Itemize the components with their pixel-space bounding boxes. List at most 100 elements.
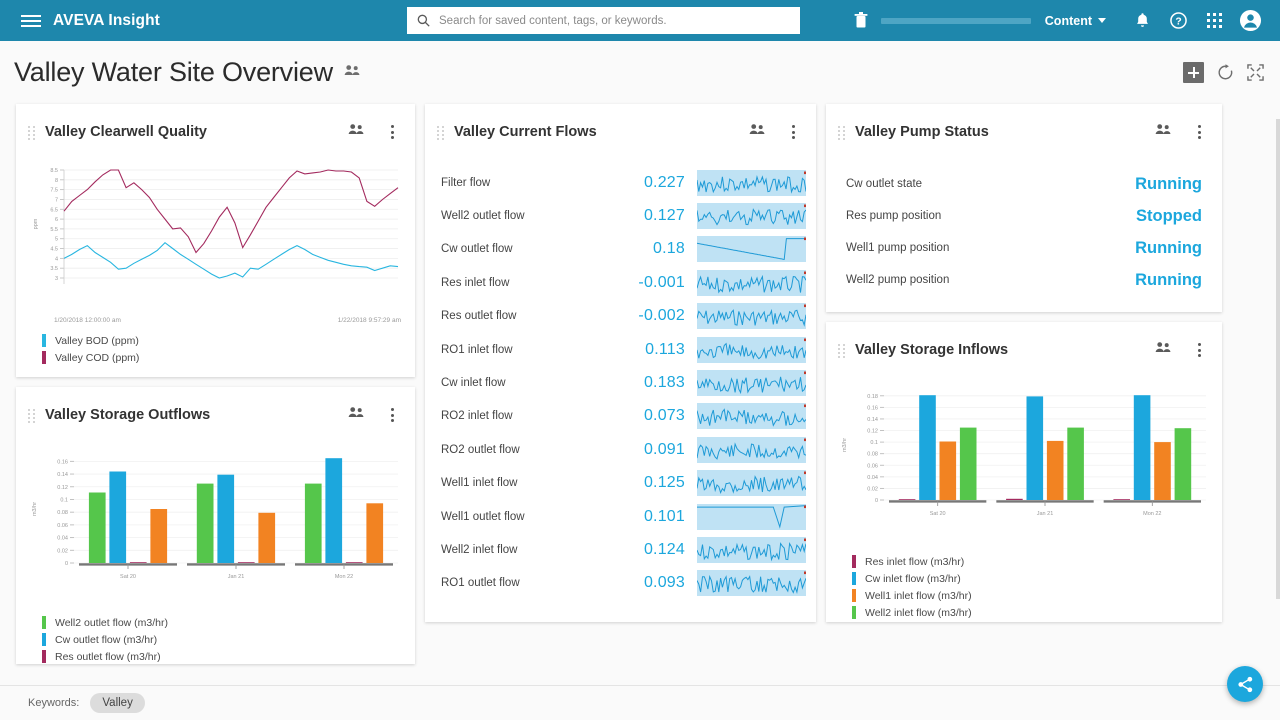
pump-status-row[interactable]: Well1 pump position Running <box>846 232 1202 264</box>
legend-swatch <box>42 633 46 646</box>
svg-text:4: 4 <box>55 256 58 262</box>
flow-sparkline[interactable] <box>696 203 807 230</box>
flow-row[interactable]: Well2 outlet flow 0.127 <box>441 199 807 232</box>
refresh-icon[interactable] <box>1217 64 1234 81</box>
flow-row[interactable]: Res outlet flow -0.002 <box>441 300 807 333</box>
flow-value: 0.091 <box>643 440 685 458</box>
bar-chart-svg: 0 0.02 0.04 0.06 0.08 0.1 0.12 0.14 0.16 m3/hr Sat… <box>32 458 398 580</box>
pump-status-row[interactable]: Well2 pump position Running <box>846 264 1202 296</box>
flow-sparkline[interactable] <box>696 570 807 597</box>
drag-handle-icon[interactable] <box>28 125 36 140</box>
board-scrollbar[interactable] <box>1276 119 1280 599</box>
legend-swatch <box>852 606 856 619</box>
flow-sparkline[interactable] <box>696 169 807 196</box>
svg-text:8.5: 8.5 <box>50 168 58 174</box>
legend-item[interactable]: Cw outlet flow (m3/hr) <box>42 633 415 646</box>
flow-name: RO2 outlet flow <box>441 443 520 456</box>
legend-item[interactable]: Well2 outlet flow (m3/hr) <box>42 616 415 629</box>
flow-sparkline[interactable] <box>696 470 807 497</box>
keyword-chip-valley[interactable]: Valley <box>90 693 145 713</box>
card-header: Valley Storage Inflows <box>826 322 1222 378</box>
card-title: Valley Storage Outflows <box>45 407 211 423</box>
people-icon[interactable] <box>1155 123 1172 141</box>
flow-sparkline[interactable] <box>696 370 807 397</box>
flow-sparkline[interactable] <box>696 403 807 430</box>
flow-row[interactable]: RO1 inlet flow 0.113 <box>441 333 807 366</box>
svg-text:0.1: 0.1 <box>60 497 68 503</box>
legend-item[interactable]: Well1 inlet flow (m3/hr) <box>852 589 1222 602</box>
app-brand-title: AVEVA Insight <box>53 11 160 29</box>
drag-handle-icon[interactable] <box>838 343 846 358</box>
flow-sparkline[interactable] <box>696 303 807 330</box>
card-menu-icon[interactable] <box>1192 342 1206 358</box>
flow-sparkline[interactable] <box>696 536 807 563</box>
people-icon[interactable] <box>344 64 361 82</box>
card-header: Valley Pump Status <box>826 104 1222 160</box>
flow-row[interactable]: RO1 outlet flow 0.093 <box>441 567 807 600</box>
people-icon[interactable] <box>348 123 365 141</box>
share-fab-button[interactable] <box>1227 666 1263 702</box>
flow-row[interactable]: Well1 inlet flow 0.125 <box>441 467 807 500</box>
flow-name: Cw inlet flow <box>441 377 506 390</box>
search-box[interactable] <box>407 7 800 34</box>
drag-handle-icon[interactable] <box>838 125 846 140</box>
flow-sparkline[interactable] <box>697 503 807 530</box>
trash-icon[interactable] <box>843 0 879 41</box>
card-title: Valley Pump Status <box>855 124 989 140</box>
legend-item[interactable]: Valley COD (ppm) <box>42 351 415 364</box>
card-menu-icon[interactable] <box>385 124 399 140</box>
flow-sparkline[interactable] <box>696 436 807 463</box>
flow-row[interactable]: Cw outlet flow 0.18 <box>441 233 806 266</box>
hamburger-icon[interactable] <box>21 12 43 30</box>
svg-text:7: 7 <box>55 197 58 203</box>
flow-row[interactable]: Cw inlet flow 0.183 <box>441 366 807 399</box>
flow-value: 0.093 <box>643 574 685 592</box>
pump-status-name: Cw outlet state <box>846 178 923 190</box>
pump-status-row[interactable]: Res pump position Stopped <box>846 200 1202 232</box>
pump-status-row[interactable]: Cw outlet state Running <box>846 168 1202 200</box>
keywords-label: Keywords: <box>28 697 80 709</box>
apps-grid-icon[interactable] <box>1196 0 1232 41</box>
svg-text:ppm: ppm <box>33 218 39 229</box>
legend-label: Well2 inlet flow (m3/hr) <box>865 606 972 619</box>
sparkline-svg <box>696 371 807 397</box>
drag-handle-icon[interactable] <box>437 125 445 140</box>
card-menu-icon[interactable] <box>385 407 399 423</box>
flow-row[interactable]: Filter flow 0.227 <box>441 166 807 199</box>
people-icon[interactable] <box>348 406 365 424</box>
flow-sparkline[interactable] <box>696 336 807 363</box>
flow-row[interactable]: Well2 inlet flow 0.124 <box>441 533 807 566</box>
card-menu-icon[interactable] <box>786 124 800 140</box>
content-dropdown[interactable]: Content <box>1045 14 1106 28</box>
add-content-button[interactable] <box>1183 62 1204 83</box>
people-icon[interactable] <box>1155 341 1172 359</box>
flow-row[interactable]: Res inlet flow -0.001 <box>441 266 807 299</box>
flow-sparkline[interactable] <box>696 269 807 296</box>
flow-row[interactable]: RO2 inlet flow 0.073 <box>441 400 807 433</box>
account-avatar-icon[interactable] <box>1232 0 1268 41</box>
legend-item[interactable]: Res outlet flow (m3/hr) <box>42 650 415 663</box>
legend-swatch <box>42 650 46 663</box>
search-input[interactable] <box>439 14 790 27</box>
svg-text:5: 5 <box>55 237 58 243</box>
flow-row[interactable]: RO2 outlet flow 0.091 <box>441 433 807 466</box>
help-icon[interactable]: ? <box>1160 0 1196 41</box>
people-icon[interactable] <box>749 123 766 141</box>
legend-label: Valley BOD (ppm) <box>55 334 139 347</box>
legend-label: Well1 inlet flow (m3/hr) <box>865 589 972 602</box>
svg-text:0.12: 0.12 <box>867 429 878 435</box>
sparkline-svg <box>696 404 807 430</box>
legend-item[interactable]: Cw inlet flow (m3/hr) <box>852 572 1222 585</box>
svg-text:0.16: 0.16 <box>57 459 68 465</box>
card-menu-icon[interactable] <box>1192 124 1206 140</box>
drag-handle-icon[interactable] <box>28 408 36 423</box>
flow-sparkline[interactable] <box>696 236 806 263</box>
flow-row[interactable]: Well1 outlet flow 0.101 <box>441 500 807 533</box>
legend-swatch <box>42 616 46 629</box>
legend-item[interactable]: Well2 inlet flow (m3/hr) <box>852 606 1222 619</box>
bell-icon[interactable] <box>1124 0 1160 41</box>
chart-legend: Valley BOD (ppm) Valley COD (ppm) <box>16 324 415 364</box>
legend-item[interactable]: Res inlet flow (m3/hr) <box>852 555 1222 568</box>
fullscreen-icon[interactable] <box>1247 64 1264 81</box>
legend-item[interactable]: Valley BOD (ppm) <box>42 334 415 347</box>
